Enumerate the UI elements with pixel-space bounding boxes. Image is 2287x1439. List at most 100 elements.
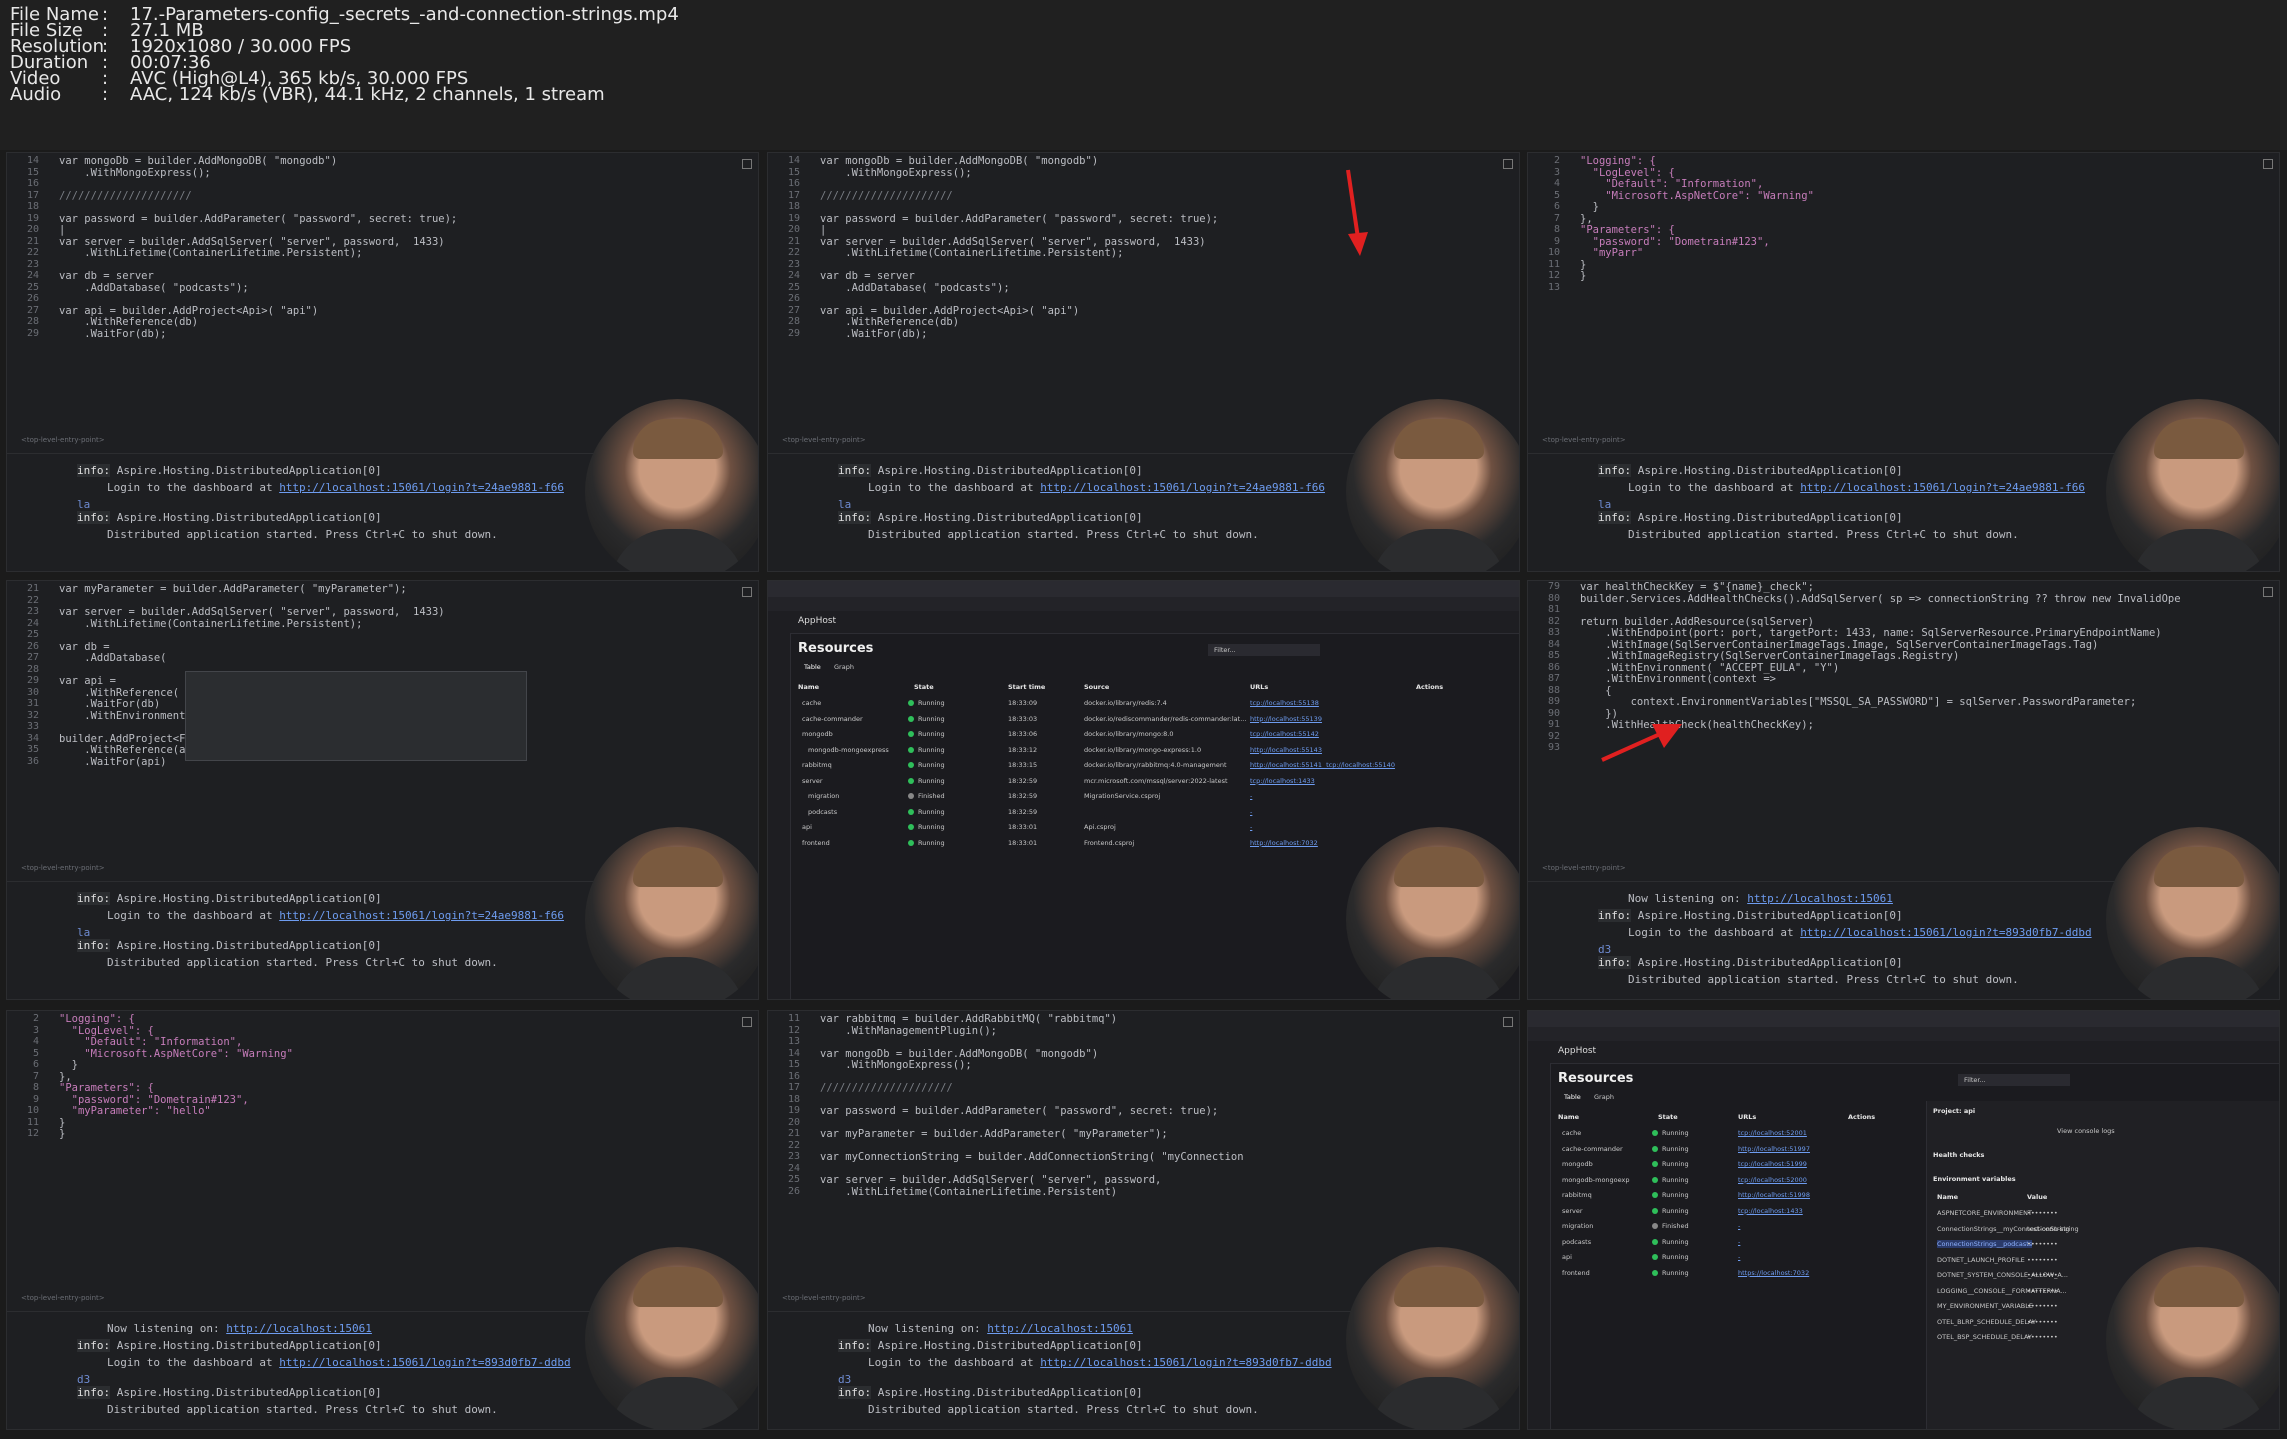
dashboard-login-link[interactable]: http://localhost:15061/login?t=893d0fb7-…	[1040, 1356, 1331, 1369]
code-line[interactable]: .WithMongoExpress();	[820, 167, 971, 179]
code-line[interactable]: var api =	[59, 675, 116, 687]
code-line[interactable]: .WithEndpoint(port: port, targetPort: 14…	[1580, 627, 2161, 639]
code-line[interactable]: .WithReference(api)	[59, 744, 204, 756]
dashboard-login-link[interactable]: http://localhost:15061/login?t=24ae9881-…	[1800, 481, 2085, 494]
resource-url[interactable]: -	[1250, 808, 1252, 816]
column-header[interactable]: State	[914, 683, 934, 691]
code-line[interactable]: "Default": "Information",	[59, 1036, 242, 1048]
resource-name[interactable]: cache	[802, 699, 821, 707]
resource-url[interactable]: tcp://localhost:1433	[1250, 777, 1315, 785]
resource-url[interactable]: tcp://localhost:52001	[1738, 1129, 1807, 1137]
resource-url[interactable]: tcp://localhost:51999	[1738, 1160, 1807, 1168]
editor-menu-icon[interactable]	[1503, 159, 1513, 169]
resource-name[interactable]: api	[1562, 1253, 1572, 1261]
code-line[interactable]: context.EnvironmentVariables["MSSQL_SA_P…	[1580, 696, 2137, 708]
column-header[interactable]: Name	[1558, 1113, 1579, 1121]
code-line[interactable]: {	[1580, 685, 1611, 697]
editor-menu-icon[interactable]	[742, 587, 752, 597]
code-line[interactable]: "Parameters": {	[59, 1082, 154, 1094]
code-line[interactable]: var server = builder.AddSqlServer( "serv…	[820, 1174, 1161, 1186]
listening-link[interactable]: http://localhost:15061	[987, 1322, 1133, 1335]
code-line[interactable]: builder.Services.AddHealthChecks().AddSq…	[1580, 593, 2181, 605]
resource-name[interactable]: podcasts	[808, 808, 837, 816]
code-line[interactable]: "LogLevel": {	[1580, 167, 1675, 179]
column-header[interactable]: Actions	[1416, 683, 1443, 691]
code-line[interactable]: .WithMongoExpress();	[820, 1059, 971, 1071]
code-line[interactable]: .WithReference(db)	[820, 316, 959, 328]
dashboard-login-link[interactable]: http://localhost:15061/login?t=24ae9881-…	[279, 481, 564, 494]
code-line[interactable]: var db = server	[820, 270, 915, 282]
column-header[interactable]: Start time	[1008, 683, 1045, 691]
code-line[interactable]: |	[59, 224, 65, 236]
code-line[interactable]: .WithReference(	[59, 687, 179, 699]
code-line[interactable]: .WithEnvironment( "ACCEPT_EULA", "Y")	[1580, 662, 1839, 674]
column-header[interactable]: Source	[1084, 683, 1109, 691]
code-line[interactable]: var password = builder.AddParameter( "pa…	[820, 1105, 1218, 1117]
code-line[interactable]: "Parameters": {	[1580, 224, 1675, 236]
resource-url[interactable]: http://localhost:55139	[1250, 715, 1322, 723]
code-line[interactable]: var db =	[59, 641, 110, 653]
code-line[interactable]: }	[1580, 201, 1599, 213]
resource-url[interactable]: http://localhost:51997	[1738, 1145, 1810, 1153]
resource-name[interactable]: mongodb-mongoexp	[1562, 1176, 1630, 1184]
tab-graph[interactable]: Graph	[1594, 1093, 1614, 1101]
code-line[interactable]: "myParr"	[1580, 247, 1644, 259]
resource-name[interactable]: rabbitmq	[1562, 1191, 1592, 1199]
code-line[interactable]: var api = builder.AddProject<Api>( "api"…	[59, 305, 318, 317]
editor-menu-icon[interactable]	[1503, 1017, 1513, 1027]
tab-table[interactable]: Table	[1564, 1093, 1581, 1101]
code-line[interactable]: var mongoDb = builder.AddMongoDB( "mongo…	[820, 1048, 1098, 1060]
resource-name[interactable]: mongodb	[802, 730, 833, 738]
code-line[interactable]: var server = builder.AddSqlServer( "serv…	[59, 606, 445, 618]
code-line[interactable]: }	[1580, 270, 1586, 282]
code-line[interactable]: "Logging": {	[59, 1013, 135, 1025]
resource-url[interactable]: -	[1738, 1238, 1740, 1246]
code-line[interactable]: .AddDatabase( "podcasts");	[59, 282, 248, 294]
code-line[interactable]: "Default": "Information",	[1580, 178, 1763, 190]
code-line[interactable]: .WithImageRegistry(SqlServerContainerIma…	[1580, 650, 1959, 662]
code-line[interactable]: }	[59, 1117, 65, 1129]
nav-sidebar[interactable]	[768, 633, 791, 999]
code-line[interactable]: .WithMongoExpress();	[59, 167, 210, 179]
resource-name[interactable]: cache-commander	[802, 715, 863, 723]
resource-url[interactable]: tcp://localhost:55142	[1250, 730, 1319, 738]
code-line[interactable]: .WithLifetime(ContainerLifetime.Persiste…	[59, 247, 362, 259]
code-line[interactable]: .WaitFor(db);	[59, 328, 166, 340]
code-line[interactable]: /////////////////////	[820, 190, 953, 202]
code-line[interactable]: /////////////////////	[820, 1082, 953, 1094]
resource-name[interactable]: cache-commander	[1562, 1145, 1623, 1153]
code-line[interactable]: "myParameter": "hello"	[59, 1105, 211, 1117]
code-line[interactable]: .WithLifetime(ContainerLifetime.Persiste…	[820, 247, 1123, 259]
dashboard-login-link[interactable]: http://localhost:15061/login?t=24ae9881-…	[1040, 481, 1325, 494]
resource-name[interactable]: mongodb	[1562, 1160, 1593, 1168]
code-line[interactable]: /////////////////////	[59, 190, 192, 202]
resource-name[interactable]: server	[1562, 1207, 1583, 1215]
resource-name[interactable]: rabbitmq	[802, 761, 832, 769]
code-line[interactable]: },	[59, 1071, 72, 1083]
code-line[interactable]: var mongoDb = builder.AddMongoDB( "mongo…	[820, 155, 1098, 167]
resource-name[interactable]: api	[802, 823, 812, 831]
code-line[interactable]: .WaitFor(db);	[820, 328, 927, 340]
code-line[interactable]: .WithLifetime(ContainerLifetime.Persiste…	[59, 618, 362, 630]
editor-menu-icon[interactable]	[742, 1017, 752, 1027]
code-line[interactable]: .WithManagementPlugin();	[820, 1025, 997, 1037]
code-line[interactable]: .WithLifetime(ContainerLifetime.Persiste…	[820, 1186, 1117, 1198]
code-line[interactable]: .AddDatabase( "podcasts");	[820, 282, 1009, 294]
resource-url[interactable]: http://localhost:55143	[1250, 746, 1322, 754]
code-line[interactable]: var password = builder.AddParameter( "pa…	[59, 213, 457, 225]
code-line[interactable]: var mongoDb = builder.AddMongoDB( "mongo…	[59, 155, 337, 167]
code-line[interactable]: }	[59, 1128, 65, 1140]
editor-menu-icon[interactable]	[742, 159, 752, 169]
resource-name[interactable]: frontend	[802, 839, 830, 847]
tab-graph[interactable]: Graph	[834, 663, 854, 671]
code-line[interactable]: .WithReference(db)	[59, 316, 198, 328]
code-line[interactable]: "password": "Dometrain#123",	[1580, 236, 1770, 248]
code-line[interactable]: .WithImage(SqlServerContainerImageTags.I…	[1580, 639, 2098, 651]
code-line[interactable]: .WaitFor(api)	[59, 756, 166, 768]
code-line[interactable]: var server = builder.AddSqlServer( "serv…	[59, 236, 445, 248]
code-line[interactable]: "Microsoft.AspNetCore": "Warning"	[59, 1048, 293, 1060]
code-line[interactable]: },	[1580, 213, 1593, 225]
column-header[interactable]: State	[1658, 1113, 1678, 1121]
editor-menu-icon[interactable]	[2263, 587, 2273, 597]
code-line[interactable]: "password": "Dometrain#123",	[59, 1094, 249, 1106]
